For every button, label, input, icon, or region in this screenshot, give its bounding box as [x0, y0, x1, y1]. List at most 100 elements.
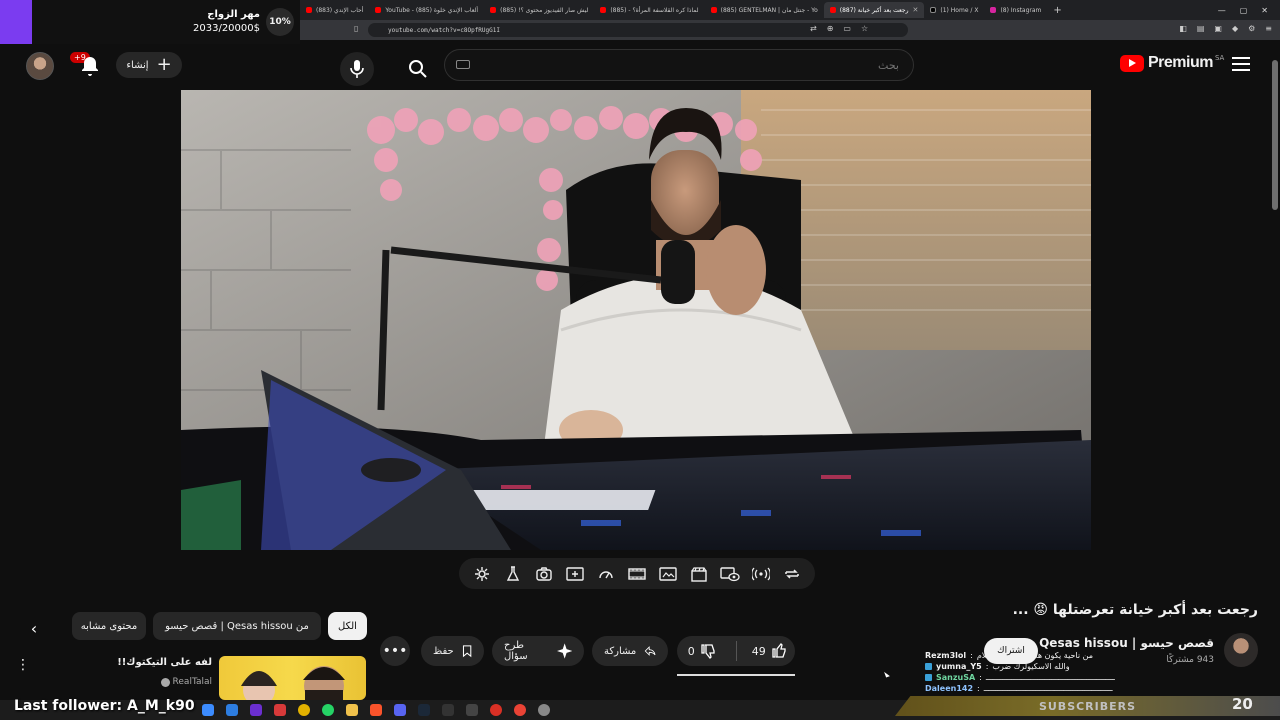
- chat-user: SanzuSA: [936, 673, 976, 682]
- frame-strip-icon[interactable]: [626, 563, 648, 585]
- youtube-app-icon[interactable]: [514, 704, 526, 716]
- browser-tab[interactable]: (1) Home / X: [924, 2, 984, 18]
- channel-name[interactable]: قصص حيسو | Qesas hissou: [1039, 636, 1214, 650]
- chip-similar[interactable]: محتوى مشابه: [72, 612, 146, 640]
- chat-badge-icon: [925, 674, 932, 681]
- search-button[interactable]: [398, 52, 438, 86]
- chat-text: والله الاسكيولرك ضرب: [992, 662, 1070, 671]
- settings-icon[interactable]: ⚙: [1248, 24, 1255, 33]
- youtube-favicon: [306, 7, 312, 13]
- discord-icon[interactable]: [394, 704, 406, 716]
- mouse-cursor-icon: [884, 670, 890, 678]
- sidebar-icon[interactable]: ▤: [1197, 24, 1205, 33]
- browser-tab-active[interactable]: (887) رجعت بعد أكبر خيانة ✕: [823, 2, 925, 18]
- youtube-favicon: [829, 7, 836, 13]
- chrome-icon[interactable]: [298, 704, 310, 716]
- thumbs-down-icon: [701, 644, 715, 659]
- extension-icon[interactable]: ◧: [1179, 24, 1187, 33]
- browser-tab[interactable]: YouTube - ألعاب الإندي خلوة (885): [369, 2, 484, 18]
- voice-search-button[interactable]: [340, 52, 374, 86]
- obs-icon[interactable]: [466, 704, 478, 716]
- channel-avatar[interactable]: [1224, 633, 1258, 667]
- site-info-icon[interactable]: ▯: [354, 24, 358, 33]
- related-video-thumbnail[interactable]: [219, 656, 366, 700]
- chip-from-channel[interactable]: من Qesas hissou | قصص حيسو: [153, 612, 321, 640]
- tab-label: YouTube - ألعاب الإندي خلوة (885): [385, 6, 479, 14]
- player-extension-toolbar: [459, 558, 815, 589]
- chip-all[interactable]: الكل: [328, 612, 367, 640]
- like-button[interactable]: 49: [745, 636, 796, 666]
- premiere-icon[interactable]: [250, 704, 262, 716]
- speedometer-icon[interactable]: [595, 563, 617, 585]
- clapperboard-icon[interactable]: [688, 563, 710, 585]
- settings-app-icon[interactable]: [538, 704, 550, 716]
- camera-icon[interactable]: [533, 563, 555, 585]
- guide-menu-button[interactable]: [1232, 57, 1250, 71]
- search-input[interactable]: [444, 49, 914, 81]
- account-avatar[interactable]: [26, 52, 54, 80]
- new-tab-button[interactable]: +: [1047, 2, 1067, 18]
- goal-title: مهر الزواج: [207, 9, 260, 20]
- share-label: مشاركة: [604, 645, 637, 657]
- folder-icon[interactable]: [346, 704, 358, 716]
- terminal-icon[interactable]: [442, 704, 454, 716]
- whatsapp-icon[interactable]: [322, 704, 334, 716]
- menu-icon[interactable]: ≡: [1265, 24, 1272, 33]
- windows-icon[interactable]: [202, 704, 214, 716]
- add-screen-icon[interactable]: [564, 563, 586, 585]
- goal-text: مهر الزواج 2033/20000$: [193, 8, 266, 36]
- share-button[interactable]: مشاركة: [592, 636, 668, 666]
- create-button[interactable]: إنشاء +: [116, 52, 182, 78]
- notifications-bell-icon[interactable]: [78, 54, 102, 78]
- video-player[interactable]: [181, 90, 1091, 550]
- chat-user: yumna_Y5: [936, 662, 982, 671]
- picture-in-picture-icon[interactable]: [657, 563, 679, 585]
- wallet-icon[interactable]: ▣: [1214, 24, 1222, 33]
- cast-icon[interactable]: ▭: [843, 24, 851, 33]
- goal-percent: 10%: [266, 8, 294, 36]
- youtube-favicon: [490, 7, 497, 13]
- screen-eye-icon[interactable]: [719, 563, 741, 585]
- broadcast-icon[interactable]: [750, 563, 772, 585]
- browser-tab[interactable]: لماذا كره القلاسفة المرأة؟ - (885): [594, 2, 704, 18]
- minimize-icon[interactable]: —: [1218, 6, 1226, 15]
- search-icon[interactable]: [226, 704, 238, 716]
- chat-message: Rezm3lol: من ناحية يكون هذي ومن كل الكلام: [925, 651, 1094, 660]
- recorder-icon[interactable]: [490, 704, 502, 716]
- address-bar-actions: ⇄ ⊕ ▭ ☆: [810, 24, 868, 33]
- browser-tab[interactable]: أحاب الإندي (883): [300, 2, 369, 18]
- related-video-title[interactable]: لفه على التيكتوك!!: [117, 657, 212, 668]
- page-scrollbar[interactable]: [1272, 60, 1278, 210]
- more-actions-button[interactable]: •••: [380, 636, 410, 666]
- save-button[interactable]: حفظ: [421, 636, 484, 666]
- zoom-icon[interactable]: ⊕: [827, 24, 834, 33]
- chevron-left-icon[interactable]: ‹: [24, 618, 44, 638]
- loop-icon[interactable]: [781, 563, 803, 585]
- country-code: SA: [1214, 54, 1225, 62]
- dislike-button[interactable]: 0: [677, 636, 728, 666]
- browser-tab[interactable]: ليش صار الفيديوز محتوى ؟! (885): [484, 2, 594, 18]
- flask-icon[interactable]: [502, 563, 524, 585]
- last-follower-label: Last follower: A_M_k90: [14, 698, 195, 714]
- related-video-channel[interactable]: RealTalal: [160, 677, 212, 687]
- app-icon[interactable]: [274, 704, 286, 716]
- vpn-icon[interactable]: ◆: [1232, 24, 1238, 33]
- brave-icon[interactable]: [370, 704, 382, 716]
- browser-tab[interactable]: (885) GENTELMAN | جنتل مان - Yo: [705, 2, 824, 18]
- steam-icon[interactable]: [418, 704, 430, 716]
- close-window-icon[interactable]: ✕: [1261, 6, 1268, 15]
- bookmark-icon[interactable]: ☆: [861, 24, 868, 33]
- keyboard-icon[interactable]: [456, 60, 470, 69]
- youtube-premium-logo[interactable]: Premium SA: [1120, 54, 1224, 72]
- x-favicon: [930, 7, 937, 13]
- close-icon[interactable]: ✕: [913, 6, 919, 14]
- ask-question-button[interactable]: طرح سؤال: [492, 636, 584, 666]
- chat-message: yumna_Y5: والله الاسكيولرك ضرب: [925, 661, 1215, 672]
- translate-icon[interactable]: ⇄: [810, 24, 817, 33]
- maximize-icon[interactable]: ▢: [1240, 6, 1248, 15]
- video-title: رجعت بعد أكبر خيانة تعرضتلها 😡 ...: [1012, 602, 1258, 618]
- browser-tab[interactable]: (8) Instagram: [984, 2, 1047, 18]
- like-progress-line: [677, 674, 795, 676]
- settings-gear-icon[interactable]: [471, 563, 493, 585]
- kebab-menu-icon[interactable]: ⋮: [16, 657, 30, 673]
